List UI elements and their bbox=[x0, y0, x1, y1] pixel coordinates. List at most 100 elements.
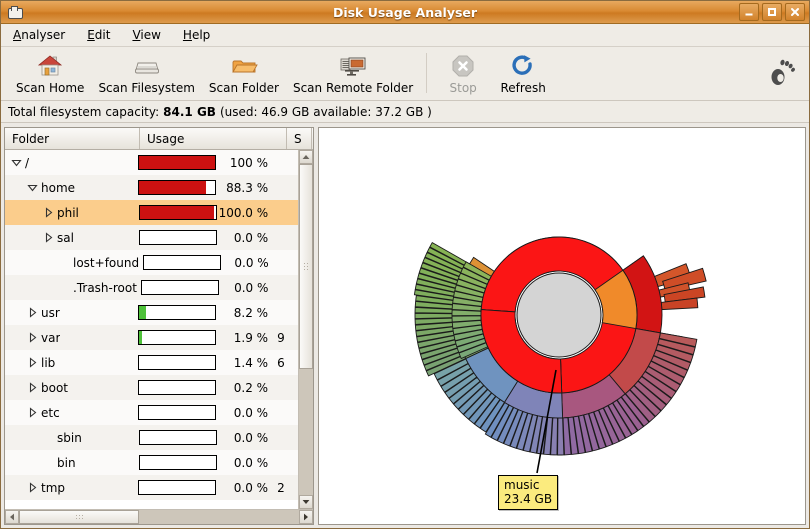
usage-percent: 0.2 % bbox=[233, 380, 269, 395]
usage-percent: 0.0 % bbox=[234, 280, 269, 295]
tooltip-name: music bbox=[504, 478, 540, 492]
chevron-right-icon[interactable] bbox=[26, 381, 39, 394]
table-row[interactable]: etc 0.0 % bbox=[5, 400, 298, 425]
usage-percent: 0.0 % bbox=[233, 430, 269, 445]
tree-row-usage-cell: 0.0 % bbox=[135, 230, 274, 245]
table-row[interactable]: lib 1.4 % 6 bbox=[5, 350, 298, 375]
scan-home-label: Scan Home bbox=[16, 81, 85, 95]
tree-row-name: lost+found bbox=[73, 255, 140, 270]
usage-bar bbox=[138, 380, 217, 395]
tree-row-name: .Trash-root bbox=[73, 280, 137, 295]
maximize-button[interactable] bbox=[762, 3, 782, 21]
scroll-up-button[interactable] bbox=[299, 150, 313, 164]
tree-hscroll-track[interactable] bbox=[19, 510, 299, 524]
menu-help[interactable]: Help bbox=[179, 26, 214, 44]
tree-row-folder-cell: var bbox=[5, 331, 134, 345]
chevron-down-icon[interactable] bbox=[26, 181, 39, 194]
scan-filesystem-label: Scan Filesystem bbox=[98, 81, 195, 95]
table-row[interactable]: var 1.9 % 9 bbox=[5, 325, 298, 350]
table-row[interactable]: / 100 % bbox=[5, 150, 298, 175]
menu-edit[interactable]: Edit bbox=[83, 26, 114, 44]
scan-filesystem-button[interactable]: Scan Filesystem bbox=[91, 51, 201, 97]
tree-row-name: bin bbox=[57, 455, 76, 470]
tree-vertical-scrollbar[interactable] bbox=[298, 150, 313, 509]
scan-folder-button[interactable]: Scan Folder bbox=[202, 51, 286, 97]
tree-scroll-thumb[interactable] bbox=[299, 164, 313, 370]
tree-row-folder-cell: tmp bbox=[5, 481, 134, 495]
tree-row-size-cell: 6 bbox=[277, 355, 285, 370]
chevron-right-icon[interactable] bbox=[26, 306, 39, 319]
menu-view[interactable]: View bbox=[128, 26, 164, 44]
scroll-down-button[interactable] bbox=[299, 495, 313, 509]
table-row[interactable]: usr 8.2 % bbox=[5, 300, 298, 325]
tree-row-name: sbin bbox=[57, 430, 82, 445]
sunburst-chart[interactable] bbox=[319, 128, 803, 524]
tree-hscroll-thumb[interactable] bbox=[19, 510, 140, 524]
chevron-right-icon[interactable] bbox=[26, 356, 39, 369]
sunburst-center[interactable] bbox=[516, 272, 602, 358]
tree-horizontal-scrollbar[interactable] bbox=[5, 509, 313, 524]
table-row[interactable]: sbin 0.0 % bbox=[5, 425, 298, 450]
sunburst-segment[interactable] bbox=[414, 312, 457, 320]
tree-row-usage-cell: 88.3 % bbox=[134, 180, 274, 195]
minimize-button[interactable] bbox=[739, 3, 759, 21]
scroll-right-button[interactable] bbox=[299, 510, 313, 524]
column-header-folder[interactable]: Folder bbox=[5, 128, 140, 149]
usage-bar bbox=[138, 355, 217, 370]
usage-percent: 1.4 % bbox=[233, 355, 269, 370]
tree-row-name: lib bbox=[41, 355, 56, 370]
table-row[interactable]: boot 0.2 % bbox=[5, 375, 298, 400]
column-header-usage[interactable]: Usage bbox=[140, 128, 287, 149]
tree-row-folder-cell: .Trash-root bbox=[5, 281, 137, 295]
tree-row-name: var bbox=[41, 330, 61, 345]
table-row[interactable]: bin 0.0 % bbox=[5, 450, 298, 475]
chevron-right-icon[interactable] bbox=[42, 206, 55, 219]
table-row[interactable]: lost+found 0.0 % bbox=[5, 250, 298, 275]
close-button[interactable] bbox=[785, 3, 805, 21]
toolbar-separator bbox=[426, 53, 428, 93]
table-row[interactable]: tmp 0.0 % 2 bbox=[5, 475, 298, 500]
harddisk-icon bbox=[132, 53, 162, 79]
home-icon bbox=[37, 53, 63, 79]
main-content: Folder Usage S / 100 % home 88.3 % phil 100.0… bbox=[1, 125, 809, 528]
usage-percent: 0.0 % bbox=[233, 455, 269, 470]
tree-row-usage-cell: 0.0 % bbox=[139, 255, 275, 270]
table-row[interactable]: .Trash-root 0.0 % bbox=[5, 275, 298, 300]
toolbar: Scan Home Scan Filesystem Scan Folder Sc… bbox=[1, 47, 809, 101]
chevron-right-icon[interactable] bbox=[26, 481, 39, 494]
tree-row-usage-cell: 0.0 % bbox=[134, 405, 274, 420]
chevron-right-icon[interactable] bbox=[26, 331, 39, 344]
scan-remote-folder-button[interactable]: Scan Remote Folder bbox=[286, 51, 420, 97]
sunburst-chart-pane[interactable]: music 23.4 GB bbox=[318, 127, 806, 525]
menu-help-mnemonic: H bbox=[182, 28, 192, 42]
menu-analyser-label: nalyser bbox=[21, 28, 66, 42]
tree-scroll-track[interactable] bbox=[299, 164, 313, 495]
menu-analyser[interactable]: Analyser bbox=[9, 26, 69, 44]
table-row[interactable]: phil 100.0 % bbox=[5, 200, 298, 225]
tree-row-usage-cell: 100.0 % bbox=[135, 205, 274, 220]
usage-percent: 0.0 % bbox=[233, 230, 269, 245]
stop-button[interactable]: Stop bbox=[433, 51, 493, 97]
usage-bar bbox=[140, 280, 219, 295]
tree-row-folder-cell: home bbox=[5, 181, 134, 195]
tree-row-folder-cell: boot bbox=[5, 381, 134, 395]
sunburst-segment[interactable] bbox=[557, 417, 565, 456]
capacity-prefix: Total filesystem capacity: bbox=[8, 104, 160, 119]
table-row[interactable]: sal 0.0 % bbox=[5, 225, 298, 250]
capacity-suffix: (used: 46.9 GB available: 37.2 GB ) bbox=[219, 104, 432, 119]
column-header-size[interactable]: S bbox=[287, 128, 312, 149]
scan-home-button[interactable]: Scan Home bbox=[9, 51, 91, 97]
refresh-button[interactable]: Refresh bbox=[493, 51, 553, 97]
menu-edit-label: dit bbox=[94, 28, 111, 42]
chevron-right-icon[interactable] bbox=[26, 406, 39, 419]
chevron-down-icon[interactable] bbox=[10, 156, 23, 169]
usage-bar-fill bbox=[139, 206, 214, 219]
chevron-right-icon[interactable] bbox=[42, 231, 55, 244]
scroll-left-button[interactable] bbox=[5, 510, 19, 524]
usage-percent: 100 % bbox=[229, 155, 269, 170]
usage-bar bbox=[138, 330, 217, 345]
table-row[interactable]: home 88.3 % bbox=[5, 175, 298, 200]
